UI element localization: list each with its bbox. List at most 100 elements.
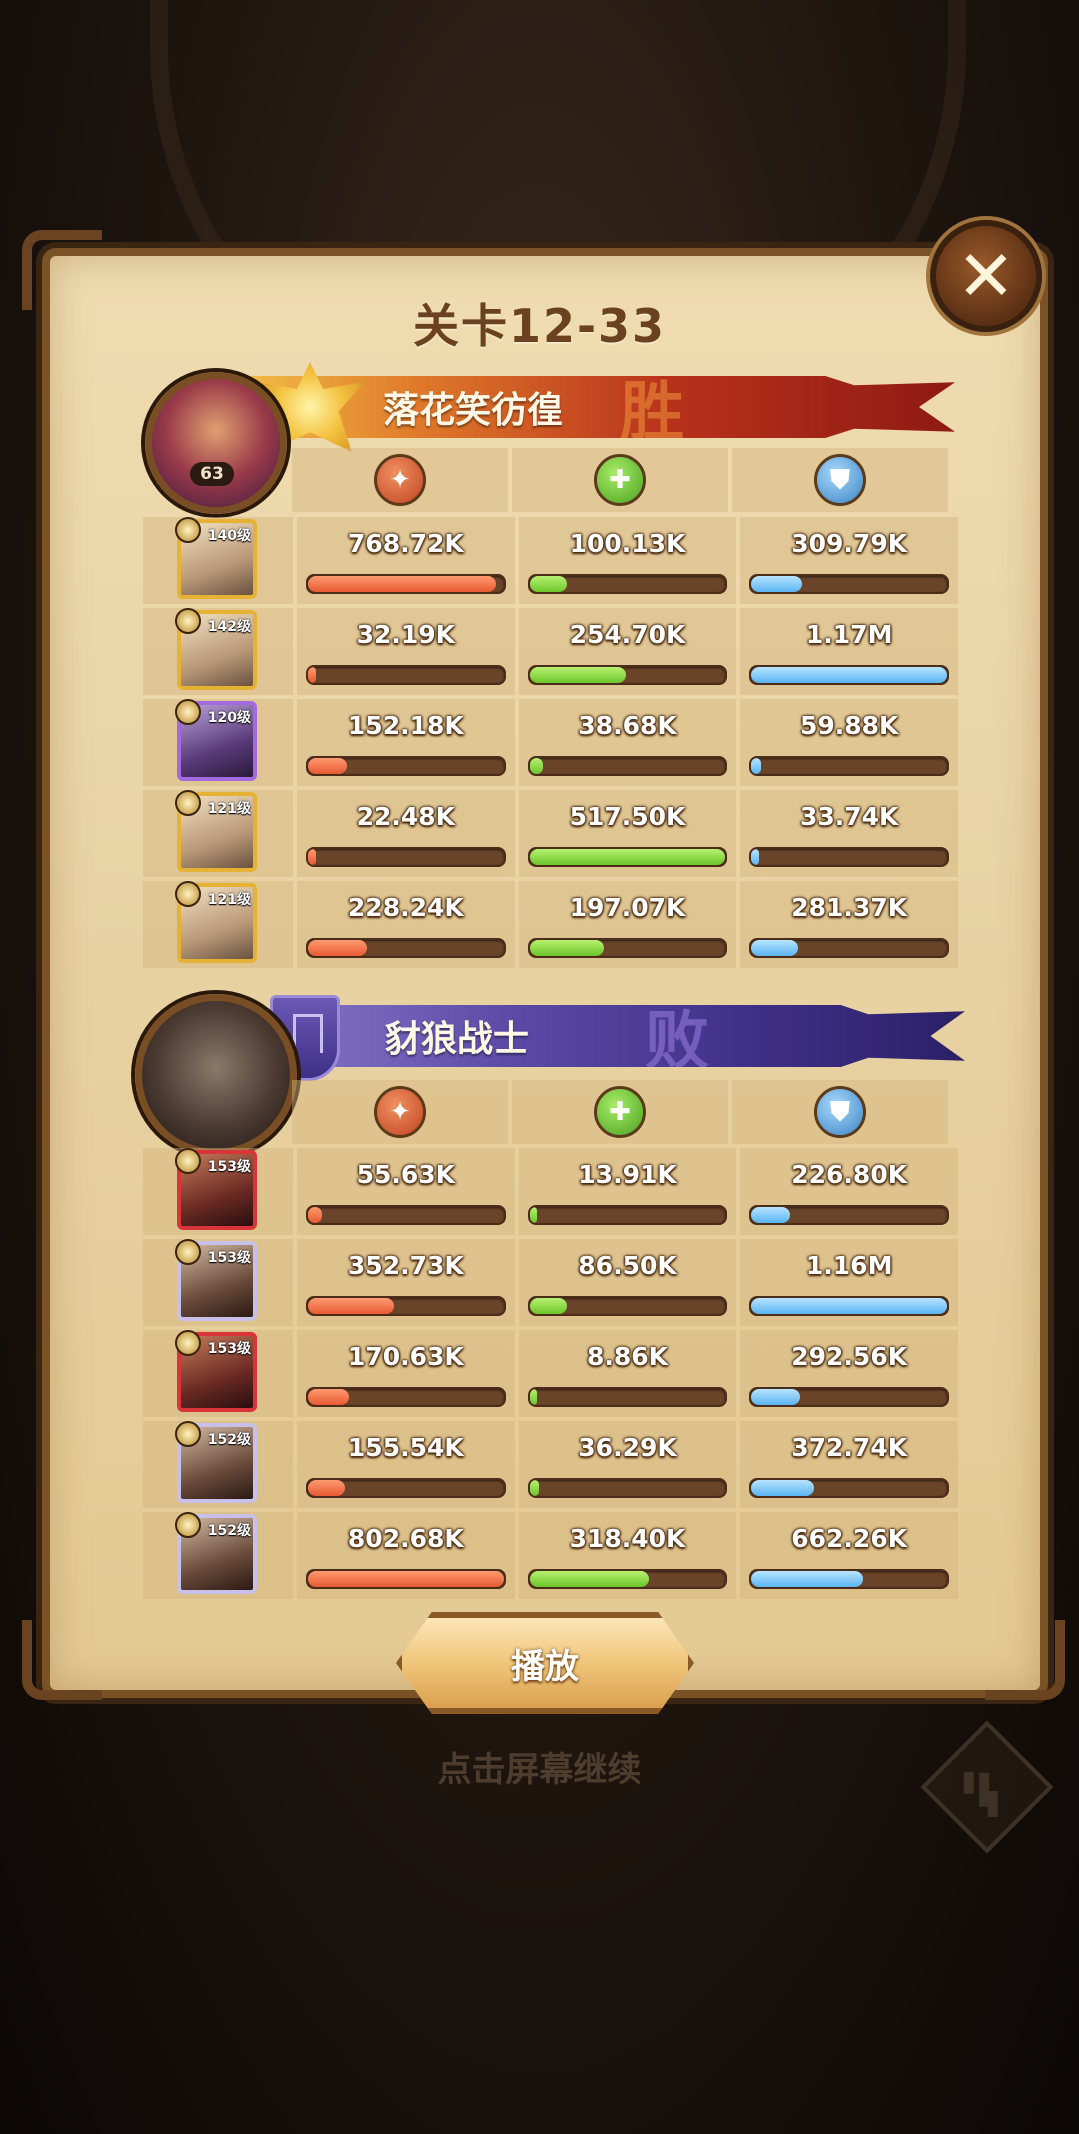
hero-portrait[interactable]: 152级 bbox=[175, 1421, 257, 1503]
damage-bar bbox=[306, 1387, 506, 1407]
damage-value: 768.72K bbox=[347, 529, 464, 558]
shield-bar-fill bbox=[751, 1207, 791, 1223]
hero-portrait[interactable]: 121级 bbox=[175, 790, 257, 872]
hero-level: 120级 bbox=[207, 710, 251, 726]
shield-bar-fill bbox=[751, 758, 762, 774]
hero-level: 153级 bbox=[207, 1341, 251, 1357]
shield-value: 1.17M bbox=[805, 620, 893, 649]
shield-bar-fill bbox=[751, 1480, 814, 1496]
shield-bar-fill bbox=[751, 849, 760, 865]
heal-value: 36.29K bbox=[578, 1433, 677, 1462]
faction-icon bbox=[175, 1512, 201, 1538]
hero-portrait[interactable]: 153级 bbox=[175, 1239, 257, 1321]
hero-level: 140级 bbox=[207, 528, 251, 544]
heal-bar-fill bbox=[529, 1207, 538, 1223]
winner-player-avatar[interactable] bbox=[145, 372, 287, 514]
heal-bar-fill bbox=[529, 1298, 567, 1314]
damage-bar bbox=[306, 1478, 506, 1498]
shield-stat-cell: 281.37K bbox=[740, 881, 959, 968]
close-icon: ✕ bbox=[956, 235, 1016, 317]
hero-row: 152级 155.54K 36.29K 372.74K bbox=[143, 1421, 959, 1508]
hero-row: 121级 228.24K 197.07K 281.37K bbox=[143, 881, 959, 968]
damage-bar-fill bbox=[308, 758, 348, 774]
faction-icon bbox=[175, 1330, 201, 1356]
shield-value: 1.16M bbox=[805, 1251, 893, 1280]
shield-stat-cell: 59.88K bbox=[740, 699, 959, 786]
damage-value: 228.24K bbox=[347, 893, 464, 922]
shield-value: 59.88K bbox=[799, 711, 899, 740]
winner-hero-list: 140级 768.72K 100.13K 309.79K 142级 32.19K 254.7… bbox=[143, 517, 959, 972]
tap-to-continue-hint[interactable]: 点击屏幕继续 bbox=[0, 1742, 1079, 1791]
damage-bar-fill bbox=[308, 1480, 346, 1496]
hero-cell: 153级 bbox=[143, 1148, 293, 1235]
shield-bar bbox=[749, 1387, 950, 1407]
hero-portrait[interactable]: 152级 bbox=[175, 1512, 257, 1594]
hero-portrait[interactable]: 142级 bbox=[175, 608, 257, 690]
stage-title: 关卡12-33 bbox=[412, 299, 667, 353]
shield-value: 662.26K bbox=[791, 1524, 908, 1553]
shield-stat-cell: 309.79K bbox=[740, 517, 959, 604]
heal-value: 38.68K bbox=[578, 711, 677, 740]
heal-stat-cell: 38.68K bbox=[518, 699, 737, 786]
hero-level: 153级 bbox=[207, 1159, 251, 1175]
loser-hero-list: 153级 55.63K 13.91K 226.80K 153级 352.73K 86.50K… bbox=[143, 1148, 959, 1603]
damage-value: 155.54K bbox=[347, 1433, 464, 1462]
hero-portrait[interactable]: 120级 bbox=[175, 699, 257, 781]
shield-value: 309.79K bbox=[791, 529, 908, 558]
damage-value: 170.63K bbox=[347, 1342, 464, 1371]
heal-value: 197.07K bbox=[569, 893, 686, 922]
heal-bar-fill bbox=[529, 1389, 538, 1405]
hero-portrait[interactable]: 153级 bbox=[175, 1148, 257, 1230]
heal-bar bbox=[527, 756, 728, 776]
damage-bar bbox=[306, 938, 506, 958]
heal-bar bbox=[527, 847, 728, 867]
damage-bar bbox=[306, 574, 506, 594]
loser-player-avatar[interactable] bbox=[135, 994, 297, 1156]
faction-icon bbox=[175, 517, 201, 543]
shield-bar bbox=[749, 938, 950, 958]
heal-value: 100.13K bbox=[569, 529, 686, 558]
hero-portrait[interactable]: 153级 bbox=[175, 1330, 257, 1412]
damage-stat-cell: 55.63K bbox=[297, 1148, 515, 1235]
play-replay-button[interactable]: 播放 bbox=[396, 1612, 694, 1714]
shield-stat-cell: 33.74K bbox=[740, 790, 959, 877]
damage-stat-cell: 152.18K bbox=[297, 699, 515, 786]
shield-stat-cell: 372.74K bbox=[740, 1421, 959, 1508]
damage-icon: ✦ bbox=[374, 454, 426, 506]
heal-bar bbox=[527, 1569, 728, 1589]
shield-bar bbox=[749, 847, 950, 867]
damage-value: 352.73K bbox=[347, 1251, 464, 1280]
hero-portrait[interactable]: 121级 bbox=[175, 881, 257, 963]
damage-bar-fill bbox=[308, 1298, 395, 1314]
heal-bar-fill bbox=[529, 576, 567, 592]
loser-stat-header: ✦ ✚ ⛊ bbox=[292, 1080, 948, 1144]
loser-team-name: 豺狼战士 bbox=[385, 1019, 530, 1060]
hero-portrait[interactable]: 140级 bbox=[175, 517, 257, 599]
hero-row: 152级 802.68K 318.40K 662.26K bbox=[143, 1512, 959, 1599]
heal-stat-cell: 36.29K bbox=[518, 1421, 737, 1508]
damage-bar-fill bbox=[308, 1571, 504, 1587]
hero-row: 120级 152.18K 38.68K 59.88K bbox=[143, 699, 959, 786]
heal-value: 8.86K bbox=[586, 1342, 669, 1371]
heal-bar bbox=[527, 1205, 728, 1225]
loser-banner: 豺狼战士 败 bbox=[275, 1005, 965, 1067]
heal-icon: ✚ bbox=[594, 1086, 646, 1138]
play-button-label: 播放 bbox=[511, 1646, 579, 1687]
shield-icon: ⛊ bbox=[814, 1086, 866, 1138]
hero-row: 142级 32.19K 254.70K 1.17M bbox=[143, 608, 959, 695]
heal-bar-fill bbox=[529, 758, 544, 774]
shield-icon: ⛊ bbox=[814, 454, 866, 506]
heal-bar bbox=[527, 938, 728, 958]
heal-value: 86.50K bbox=[578, 1251, 677, 1280]
frame-corner bbox=[985, 1620, 1065, 1700]
shield-bar-fill bbox=[751, 940, 799, 956]
faction-icon bbox=[175, 881, 201, 907]
hero-row: 121级 22.48K 517.50K 33.74K bbox=[143, 790, 959, 877]
bar-chart-icon[interactable] bbox=[920, 1720, 1054, 1854]
damage-value: 32.19K bbox=[356, 620, 456, 649]
hero-cell: 153级 bbox=[143, 1330, 293, 1417]
close-button[interactable]: ✕ bbox=[930, 220, 1042, 332]
shield-stat-cell: 1.17M bbox=[740, 608, 959, 695]
shield-bar bbox=[749, 756, 950, 776]
damage-bar bbox=[306, 756, 506, 776]
